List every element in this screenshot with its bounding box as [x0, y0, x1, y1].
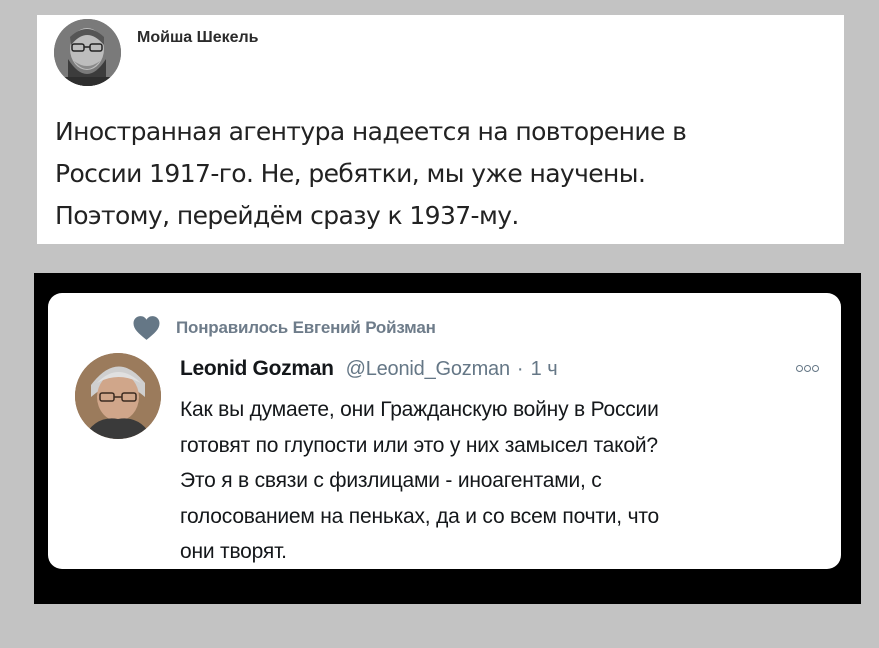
tweet-text: Как вы думаете, они Гражданскую войну в … — [180, 392, 820, 570]
more-dot — [812, 365, 819, 372]
more-dot — [796, 365, 803, 372]
tweet-header: Leonid Gozman @Leonid_Gozman · 1 ч — [180, 357, 558, 381]
post-text: Иностранная агентура надеется на повторе… — [55, 111, 825, 237]
separator-dot: · — [516, 358, 524, 380]
tweet-text-line: Как вы думаете, они Гражданскую войну в … — [180, 398, 659, 421]
tweet-timestamp[interactable]: 1 ч — [531, 358, 558, 381]
tweet-display-name[interactable]: Leonid Gozman — [180, 357, 334, 381]
tweet-text-line: Это я в связи с физлицами - иноагентами,… — [180, 469, 602, 493]
liked-by-row: Понравилось Евгений Ройзман — [132, 315, 436, 341]
liked-by-text[interactable]: Понравилось Евгений Ройзман — [176, 318, 436, 338]
author-name[interactable]: Мойша Шекель — [137, 29, 259, 47]
tweet-handle[interactable]: @Leonid_Gozman — [346, 358, 510, 381]
post-text-line: России 1917-го. Не, ребятки, мы уже науч… — [55, 159, 646, 188]
more-options-icon[interactable] — [796, 365, 819, 372]
post-card: Мойша Шекель Иностранная агентура надеет… — [37, 15, 844, 244]
post-text-line: Иностранная агентура надеется на повторе… — [55, 117, 687, 146]
tweet-screenshot-frame: Понравилось Евгений Ройзман Leonid Gozma… — [34, 273, 861, 604]
more-dot — [804, 365, 811, 372]
heart-icon — [133, 316, 160, 340]
tweet-author-avatar[interactable] — [75, 353, 161, 439]
tweet-text-line: они творят. — [180, 540, 287, 564]
author-avatar[interactable] — [54, 19, 121, 86]
tweet-text-line: голосованием на пеньках, да и со всем по… — [180, 504, 659, 528]
tweet-text-line: готовят по глупости или это у них замысе… — [180, 433, 658, 457]
post-text-line: Поэтому, перейдём сразу к 1937-му. — [55, 201, 519, 230]
tweet-card[interactable]: Понравилось Евгений Ройзман Leonid Gozma… — [48, 293, 841, 569]
